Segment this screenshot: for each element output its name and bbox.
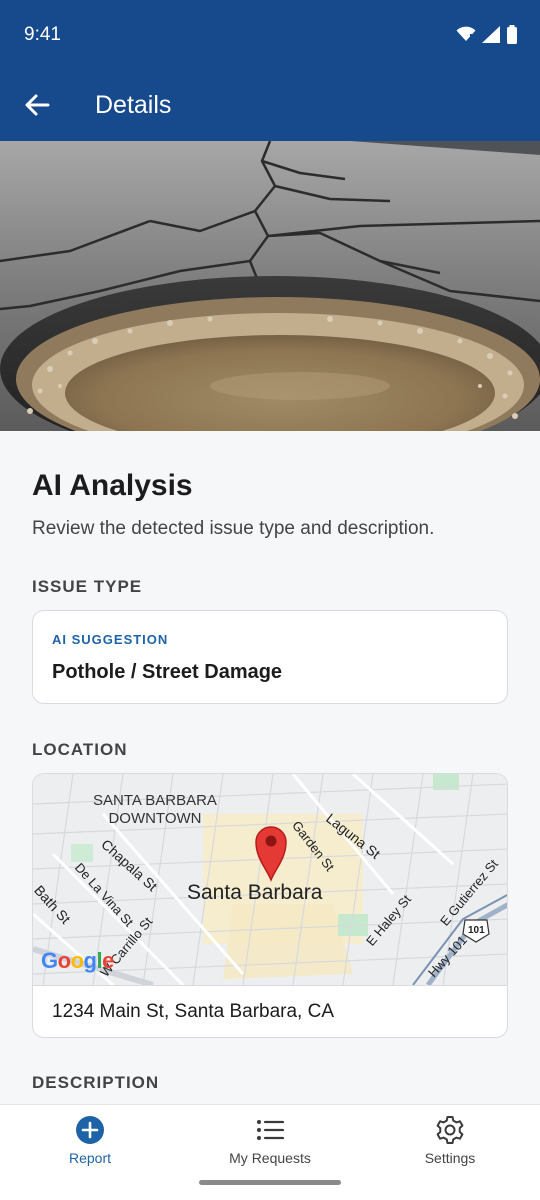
location-label: LOCATION	[32, 740, 128, 759]
issue-type-card[interactable]: AI SUGGESTION Pothole / Street Damage	[32, 610, 508, 704]
nav-label-report: Report	[68, 1150, 112, 1166]
top-app-bar: 9:41 Details	[0, 0, 540, 141]
gear-icon	[436, 1116, 464, 1144]
nav-item-my-requests[interactable]: My Requests	[180, 1105, 360, 1185]
location-card[interactable]: SANTA BARBARA DOWNTOWN Laguna St Garden …	[32, 773, 508, 1038]
analysis-subtitle: Review the detected issue type and descr…	[32, 518, 435, 539]
map-city-label: Santa Barbara	[187, 881, 323, 904]
home-indicator[interactable]	[199, 1180, 341, 1185]
issue-type-value: Pothole / Street Damage	[52, 661, 283, 683]
location-address: 1234 Main St, Santa Barbara, CA	[52, 1001, 334, 1022]
highway-shield-label: 101	[468, 925, 485, 936]
location-map[interactable]: SANTA BARBARA DOWNTOWN Laguna St Garden …	[33, 774, 507, 985]
page-title: Details	[95, 91, 172, 119]
map-attribution-google: Google	[41, 948, 114, 973]
description-label: DESCRIPTION	[32, 1073, 160, 1092]
ai-suggestion-tag: AI SUGGESTION	[52, 632, 169, 647]
bottom-navigation: Report My Requests Settings	[0, 1104, 540, 1200]
add-circle-icon	[76, 1116, 104, 1144]
status-time: 9:41	[24, 24, 61, 45]
list-icon	[257, 1120, 285, 1140]
nav-label-my-requests: My Requests	[229, 1150, 311, 1166]
signal-icon	[482, 25, 500, 43]
status-bar: 9:41	[0, 0, 540, 70]
map-downtown-line2: DOWNTOWN	[108, 810, 202, 827]
map-downtown-label: SANTA BARBARA DOWNTOWN	[93, 792, 217, 828]
issue-photo	[0, 141, 540, 431]
issue-type-label: ISSUE TYPE	[32, 577, 143, 596]
wifi-icon	[456, 26, 476, 41]
map-pin-icon	[255, 826, 287, 882]
analysis-content: AI Analysis Review the detected issue ty…	[0, 431, 540, 1104]
status-icons	[456, 24, 518, 44]
nav-item-settings[interactable]: Settings	[360, 1105, 540, 1185]
analysis-title: AI Analysis	[32, 469, 193, 502]
nav-label-settings: Settings	[424, 1150, 476, 1166]
details-screen: 9:41 Details AI Analysis Review the dete…	[0, 0, 540, 1200]
battery-icon	[507, 24, 517, 44]
nav-item-report[interactable]: Report	[0, 1105, 180, 1185]
map-downtown-line1: SANTA BARBARA	[93, 792, 217, 809]
map-divider	[33, 985, 507, 986]
back-arrow-icon[interactable]	[22, 90, 52, 120]
